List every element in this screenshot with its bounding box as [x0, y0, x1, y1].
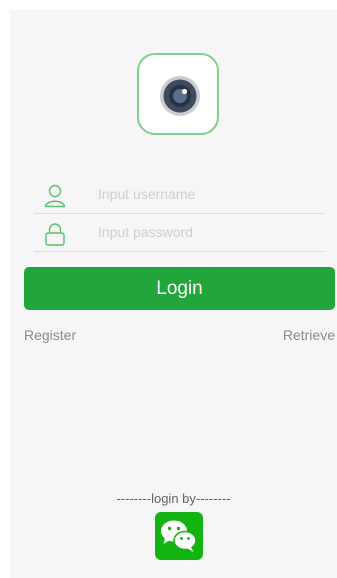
password-input[interactable]: [98, 220, 318, 244]
login-screen: Login Register Retrieve --------login by…: [10, 10, 337, 578]
username-field: [34, 176, 325, 214]
retrieve-password-link[interactable]: Retrieve: [283, 327, 335, 343]
wechat-icon: [161, 520, 197, 552]
wechat-login-button[interactable]: [155, 512, 203, 560]
camera-lens-icon: [160, 76, 200, 116]
user-icon: [44, 184, 66, 208]
password-field: [34, 214, 325, 252]
app-logo: [137, 53, 219, 135]
username-input[interactable]: [98, 182, 318, 206]
login-by-label: --------login by--------: [116, 491, 231, 506]
lock-icon: [45, 223, 65, 246]
login-button[interactable]: Login: [24, 267, 335, 310]
register-link[interactable]: Register: [24, 327, 76, 343]
